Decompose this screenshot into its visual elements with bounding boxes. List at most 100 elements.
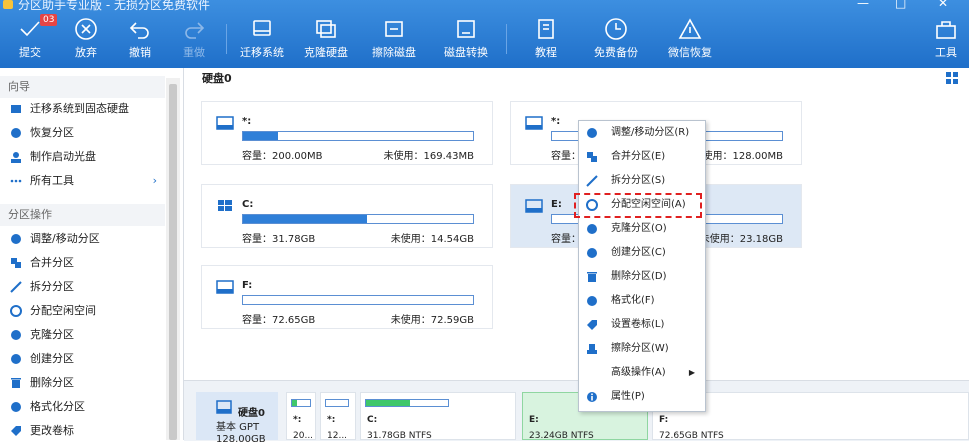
menu-item-advanced[interactable]: 高级操作(A) ▶ — [579, 361, 703, 385]
migrate-os-icon — [11, 105, 21, 113]
clone-icon — [587, 224, 597, 234]
format-icon — [11, 402, 21, 412]
disk-map-partition[interactable]: *: 12... — [320, 392, 356, 441]
sidebar-item-bootable-media[interactable]: 制作启动光盘 — [0, 146, 165, 168]
disk-map-partition[interactable]: *: 20... — [286, 392, 316, 441]
wipe-disk-button[interactable]: 擦除磁盘 — [366, 16, 422, 64]
minimize-button[interactable]: — — [857, 0, 869, 10]
redo-icon — [185, 22, 205, 39]
migrate-os-button[interactable]: 迁移系统 — [234, 16, 290, 64]
check-icon — [20, 21, 40, 37]
undo-button[interactable]: 撤销 — [112, 16, 168, 64]
disk-icon — [216, 116, 234, 130]
maximize-button[interactable]: □ — [895, 0, 906, 10]
sidebar-item-merge[interactable]: 合并分区 — [0, 252, 165, 274]
recovery-icon — [678, 18, 702, 39]
tools-button[interactable]: 工具 — [924, 16, 968, 64]
free-value: 14.54GB — [430, 234, 474, 245]
sidebar-item-delete[interactable]: 删除分区 — [0, 372, 165, 394]
sidebar-item-create[interactable]: 创建分区 — [0, 348, 165, 370]
wipe-icon — [587, 344, 597, 354]
free-value: 128.00MB — [732, 151, 783, 162]
menu-item-wipe[interactable]: 擦除分区(W) — [579, 337, 703, 361]
book-icon — [538, 19, 554, 39]
redo-button[interactable]: 重做 — [166, 16, 222, 64]
sidebar-scrollbar-thumb[interactable] — [169, 84, 177, 440]
pending-count-badge: 03 — [40, 14, 58, 26]
trash-icon — [11, 378, 21, 388]
disk-icon — [525, 199, 543, 213]
backup-icon — [605, 18, 627, 40]
wechat-recovery-button[interactable]: 微信恢复 — [662, 16, 718, 64]
close-button[interactable]: ✕ — [938, 0, 948, 10]
migrate-os-icon — [253, 20, 271, 36]
menu-item-properties[interactable]: 属性(P) — [579, 385, 703, 409]
convert-disk-button[interactable]: 磁盘转换 — [438, 16, 494, 64]
disk-info-cell[interactable]: 硬盘0 基本 GPT 128.00GB — [196, 392, 278, 445]
partition-card[interactable]: C: 容量：31.78GB 未使用：14.54GB — [201, 184, 493, 248]
wipe-disk-icon — [385, 21, 403, 37]
sidebar-item-clone[interactable]: 克隆分区 — [0, 324, 165, 346]
sidebar-item-split[interactable]: 拆分分区 — [0, 276, 165, 298]
discard-button[interactable]: 放弃 — [58, 16, 114, 64]
split-icon — [10, 281, 22, 293]
windows-icon — [218, 200, 232, 211]
menu-item-format[interactable]: 格式化(F) — [579, 289, 703, 313]
menu-item-split[interactable]: 拆分分区(S) — [579, 169, 703, 193]
clone-disk-icon — [316, 20, 336, 38]
submit-button[interactable]: 03 提交 — [2, 14, 58, 64]
free-value: 72.59GB — [430, 315, 474, 326]
allocate-icon — [10, 305, 22, 317]
split-icon — [586, 175, 598, 187]
menu-item-clone[interactable]: 克隆分区(O) — [579, 217, 703, 241]
usage-bar — [242, 131, 474, 141]
free-backup-button[interactable]: 免费备份 — [588, 16, 644, 64]
cancel-icon — [75, 18, 97, 40]
recover-partition-icon — [11, 128, 21, 138]
view-toggle-icon[interactable] — [946, 72, 958, 84]
context-menu: 调整/移动分区(R) 合并分区(E) 拆分分区(S) 分配空闲空间(A) 克隆分… — [578, 120, 706, 412]
disk-title: 硬盘0 — [202, 72, 232, 85]
disk-map-partition[interactable]: C: 31.78GB NTFS — [360, 392, 516, 441]
menu-item-create[interactable]: 创建分区(C) — [579, 241, 703, 265]
sidebar-item-migrate-ssd[interactable]: 迁移系统到固态硬盘 — [0, 98, 165, 120]
sidebar-item-recover-partition[interactable]: 恢复分区 — [0, 122, 165, 144]
toolbar-divider — [226, 24, 227, 54]
partition-card[interactable]: *: 容量：200.00MB 未使用：169.43MB — [201, 101, 493, 165]
clone-icon — [11, 330, 21, 340]
sidebar-item-change-label[interactable]: 更改卷标 — [0, 420, 165, 442]
capacity-value: 200.00MB — [272, 151, 323, 162]
tutorial-button[interactable]: 教程 — [518, 16, 574, 64]
usage-bar-fill — [243, 215, 368, 223]
menu-item-delete[interactable]: 删除分区(D) — [579, 265, 703, 289]
sidebar-item-format[interactable]: 格式化分区 — [0, 396, 165, 418]
usage-bar-fill — [243, 132, 278, 140]
convert-disk-icon — [457, 20, 475, 38]
highlight-outline — [574, 193, 702, 218]
sidebar-item-allocate[interactable]: 分配空闲空间 — [0, 300, 165, 322]
sidebar-item-all-tools[interactable]: 所有工具 › — [0, 170, 165, 192]
menu-item-merge[interactable]: 合并分区(E) — [579, 145, 703, 169]
menu-item-resize[interactable]: 调整/移动分区(R) — [579, 121, 703, 145]
info-icon — [587, 392, 597, 402]
merge-icon — [587, 152, 597, 162]
resize-icon — [587, 128, 597, 138]
disk-icon — [525, 116, 543, 130]
ops-section-title: 分区操作 — [0, 204, 165, 226]
usage-bar — [242, 214, 474, 224]
trash-icon — [587, 272, 597, 282]
wizard-section-title: 向导 — [0, 76, 165, 98]
format-icon — [587, 296, 597, 306]
disk-icon — [216, 280, 234, 294]
clone-disk-button[interactable]: 克隆硬盘 — [298, 16, 354, 64]
label-icon — [587, 320, 597, 330]
label-icon — [11, 426, 21, 436]
undo-icon — [129, 22, 149, 39]
window-title: 分区助手专业版 - 无损分区免费软件 — [18, 0, 210, 12]
disk-icon — [216, 400, 232, 414]
submenu-arrow-icon: ▶ — [688, 368, 695, 377]
partition-card[interactable]: F: 容量：72.65GB 未使用：72.59GB — [201, 265, 493, 329]
sidebar-item-resize[interactable]: 调整/移动分区 — [0, 228, 165, 250]
chevron-right-icon: › — [152, 174, 157, 187]
menu-item-set-label[interactable]: 设置卷标(L) — [579, 313, 703, 337]
